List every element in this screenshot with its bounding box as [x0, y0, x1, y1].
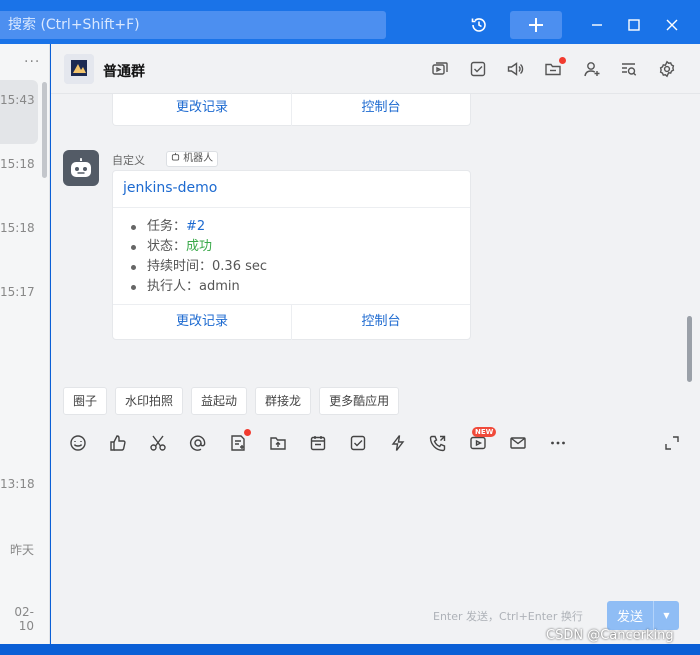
robot-badge-icon	[171, 152, 180, 161]
change-log-link[interactable]: 更改记录	[113, 90, 291, 126]
announcement-icon[interactable]	[504, 58, 526, 80]
send-button-label: 发送	[616, 610, 643, 625]
notification-dot	[244, 429, 251, 436]
todo-icon[interactable]	[467, 58, 489, 80]
list-item-time[interactable]: 13:18	[0, 477, 35, 491]
add-member-icon[interactable]	[581, 58, 603, 80]
like-icon[interactable]	[107, 432, 129, 454]
chat-header: 普通群	[51, 44, 700, 94]
input-toolbar: NEW	[51, 424, 700, 464]
sender-name: 自定义	[112, 154, 145, 167]
mention-icon[interactable]	[187, 432, 209, 454]
app-chip[interactable]: 圈子	[63, 387, 108, 415]
close-icon[interactable]	[657, 10, 687, 40]
robot-badge: 机器人	[166, 151, 219, 167]
status-value: 成功	[186, 239, 213, 254]
history-icon[interactable]	[464, 10, 494, 40]
card-divider	[113, 207, 470, 208]
previous-message-card: 更改记录 控制台	[112, 90, 471, 126]
app-chip[interactable]: 水印拍照	[115, 387, 184, 415]
list-item-duration: 持续时间：0.36 sec	[131, 257, 267, 277]
app-chip[interactable]: 群接龙	[255, 387, 312, 415]
minimize-icon[interactable]	[582, 10, 612, 40]
group-name: 普通群	[103, 64, 145, 80]
screen-share-icon[interactable]	[429, 58, 451, 80]
emoji-icon[interactable]	[67, 432, 89, 454]
list-item-time[interactable]: 15:17	[0, 285, 35, 299]
notification-dot	[559, 57, 566, 64]
console-link[interactable]: 控制台	[291, 304, 470, 340]
send-hint: Enter 发送，Ctrl+Enter 换行	[433, 610, 583, 623]
search-input[interactable]: 搜索 (Ctrl+Shift+F)	[0, 11, 386, 39]
list-item-time[interactable]: 昨天	[0, 541, 34, 558]
console-link[interactable]: 控制台	[291, 90, 470, 126]
robot-avatar[interactable]	[63, 150, 99, 186]
list-item-time[interactable]: 15:18	[0, 221, 35, 235]
card-title-link[interactable]: jenkins-demo	[123, 180, 217, 196]
jenkins-message-card: jenkins-demo 任务：#2 状态：成功 持续时间：0.36 sec 执…	[112, 170, 471, 340]
settings-icon[interactable]	[656, 58, 678, 80]
executor-value: admin	[199, 279, 240, 294]
more-apps-chip[interactable]: 更多酷应用	[319, 387, 400, 415]
scissors-icon[interactable]	[147, 432, 169, 454]
create-button[interactable]	[510, 11, 562, 39]
new-badge: NEW	[472, 427, 497, 437]
send-button[interactable]: 发送 ▼	[607, 601, 679, 630]
window-bottom-edge	[0, 644, 700, 655]
calendar-icon[interactable]	[307, 432, 329, 454]
more-icon[interactable]: ···	[24, 54, 40, 70]
scrollbar[interactable]	[687, 316, 692, 382]
upload-icon[interactable]	[267, 432, 289, 454]
more-icon[interactable]	[547, 432, 569, 454]
change-log-link[interactable]: 更改记录	[113, 304, 291, 340]
selected-conversation[interactable]	[0, 80, 38, 144]
list-item-time[interactable]: 15:18	[0, 157, 35, 171]
expand-icon[interactable]	[661, 432, 683, 454]
check-task-icon[interactable]	[347, 432, 369, 454]
mail-icon[interactable]	[507, 432, 529, 454]
robot-badge-label: 机器人	[183, 153, 214, 164]
maximize-icon[interactable]	[619, 10, 649, 40]
scrollbar[interactable]	[42, 82, 47, 178]
app-chip[interactable]: 益起动	[191, 387, 248, 415]
list-item-executor: 执行人：admin	[131, 277, 267, 297]
search-history-icon[interactable]	[618, 58, 640, 80]
title-bar: 搜索 (Ctrl+Shift+F)	[0, 0, 700, 44]
send-options-chevron-icon[interactable]: ▼	[653, 601, 679, 630]
list-item-task: 任务：#2	[131, 217, 267, 237]
watermark: CSDN @Cancerking	[546, 628, 674, 643]
plus-icon	[529, 18, 543, 32]
conversation-list: ··· 15:43 15:18 15:18 15:17 13:18 昨天 02-…	[0, 44, 50, 644]
group-avatar[interactable]	[64, 54, 94, 84]
chat-panel: 普通群 更改记录 控制台 自定义 机器人 jenkins-demo 任务：#2 …	[51, 44, 700, 644]
task-link[interactable]: #2	[186, 219, 205, 234]
duration-value: 0.36 sec	[212, 259, 268, 274]
list-item-time[interactable]: 02-10	[0, 605, 34, 633]
app-shortcuts: 圈子 水印拍照 益起动 群接龙 更多酷应用	[63, 387, 400, 415]
list-item-time[interactable]: 15:43	[0, 93, 35, 107]
flash-icon[interactable]	[387, 432, 409, 454]
list-item-status: 状态：成功	[131, 237, 267, 257]
build-details-list: 任务：#2 状态：成功 持续时间：0.36 sec 执行人：admin	[131, 217, 267, 297]
phone-icon[interactable]	[427, 432, 449, 454]
